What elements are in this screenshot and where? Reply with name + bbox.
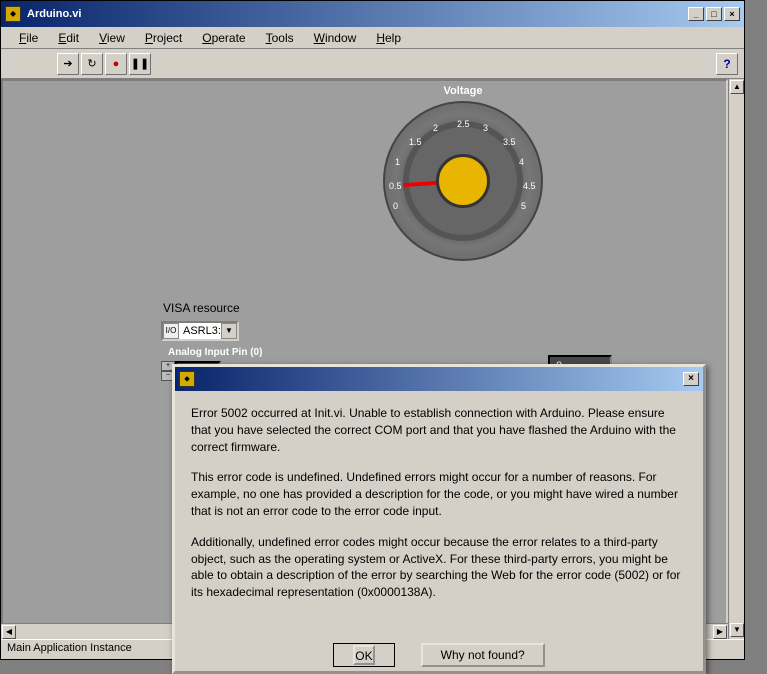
scroll-right-icon[interactable]: ▶ [713,625,727,639]
minimize-button[interactable]: _ [688,7,704,21]
scroll-left-icon[interactable]: ◀ [2,625,16,639]
labview-icon: ⬥ [179,371,195,387]
gauge-tick: 2.5 [457,119,470,129]
error-paragraph-2: This error code is undefined. Undefined … [191,469,687,519]
dialog-titlebar: ⬥ × [175,367,703,391]
gauge-dial[interactable]: 0 0.5 1 1.5 2 2.5 3 3.5 4 4.5 5 [383,101,543,261]
dropdown-icon[interactable]: ▼ [221,323,237,339]
close-button[interactable]: × [724,7,740,21]
visa-resource-value[interactable]: ASRL3: [179,325,221,337]
menu-help[interactable]: Help [366,29,411,47]
gauge-tick: 4.5 [523,181,536,191]
context-help-button[interactable]: ? [716,53,738,75]
error-paragraph-1: Error 5002 occurred at Init.vi. Unable t… [191,405,687,455]
ok-button[interactable]: OK [333,643,394,667]
scroll-up-icon[interactable]: ▲ [730,80,744,94]
gauge-tick: 3 [483,123,488,133]
analog-pin-label: Analog Input Pin (0) [168,347,262,358]
status-text: Main Application Instance [7,642,132,654]
error-paragraph-3: Additionally, undefined error codes migh… [191,534,687,601]
gauge-tick: 0 [393,201,398,211]
gauge-tick: 1 [395,157,400,167]
menu-file[interactable]: File [9,29,48,47]
gauge-tick: 1.5 [409,137,422,147]
titlebar: ⬥ Arduino.vi _ □ × [1,1,744,27]
visa-resource-label: VISA resource [163,301,240,315]
pause-button[interactable]: ❚❚ [129,53,151,75]
menu-operate[interactable]: Operate [192,29,255,47]
why-not-found-button[interactable]: Why not found? [421,643,545,667]
gauge-tick: 5 [521,201,526,211]
dialog-body: Error 5002 occurred at Init.vi. Unable t… [175,391,703,629]
window-title: Arduino.vi [27,8,81,20]
visa-resource-control[interactable]: I/O ASRL3: ▼ [161,321,239,341]
labview-icon: ⬥ [5,6,21,22]
run-continuous-button[interactable]: ↻ [81,53,103,75]
voltage-gauge: Voltage 0 0.5 1 1.5 2 2.5 3 3.5 4 4.5 5 [373,85,553,261]
menu-edit[interactable]: Edit [48,29,89,47]
menu-view[interactable]: View [89,29,135,47]
abort-button[interactable]: ● [105,53,127,75]
gauge-hub [436,154,490,208]
dialog-close-button[interactable]: × [683,372,699,386]
gauge-title: Voltage [373,85,553,97]
gauge-tick: 2 [433,123,438,133]
error-dialog: ⬥ × Error 5002 occurred at Init.vi. Unab… [172,364,706,674]
menu-window[interactable]: Window [304,29,367,47]
run-button[interactable]: ➔ [57,53,79,75]
menu-project[interactable]: Project [135,29,192,47]
vertical-scrollbar[interactable]: ▲ ▼ [728,79,744,639]
toolbar: ➔ ↻ ● ❚❚ ? [1,49,744,79]
dialog-buttons: OK Why not found? [175,643,703,667]
io-icon: I/O [163,323,179,339]
gauge-tick: 4 [519,157,524,167]
maximize-button[interactable]: □ [706,7,722,21]
menu-tools[interactable]: Tools [256,29,304,47]
gauge-tick: 0.5 [389,181,402,191]
menubar: File Edit View Project Operate Tools Win… [1,27,744,49]
scroll-down-icon[interactable]: ▼ [730,623,744,637]
gauge-tick: 3.5 [503,137,516,147]
